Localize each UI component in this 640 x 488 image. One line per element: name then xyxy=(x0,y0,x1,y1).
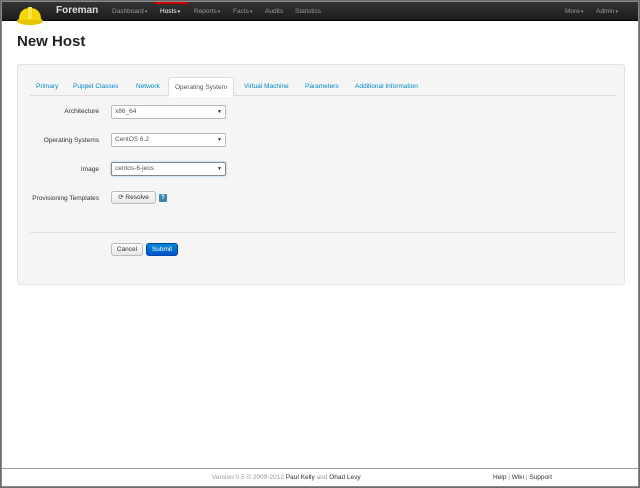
nav-facts[interactable]: Facts▾ xyxy=(233,8,252,15)
tab-virtual-machine[interactable]: Virtual Machine xyxy=(244,77,289,96)
nav-statistics[interactable]: Statistics xyxy=(295,8,321,15)
nav-admin[interactable]: Admin▾ xyxy=(596,8,618,15)
tab-puppet-classes[interactable]: Puppet Classes xyxy=(73,77,119,96)
page-footer: Version 0.5 © 2009-2012 Paul Kelly and O… xyxy=(2,468,638,486)
caret-down-icon: ▾ xyxy=(249,9,253,15)
author-link-paul-kelly[interactable]: Paul Kelly xyxy=(286,474,315,481)
author-link-ohad-levy[interactable]: Ohad Levy xyxy=(329,474,360,481)
brand-name[interactable]: Foreman xyxy=(56,5,98,16)
image-value: centos-6-jeos xyxy=(115,165,155,172)
active-nav-indicator xyxy=(154,2,188,4)
resolve-button[interactable]: ⟳ Resolve xyxy=(111,191,156,204)
tab-operating-system[interactable]: Operating System xyxy=(168,77,235,97)
dropdown-arrow-icon: ▼ xyxy=(217,137,222,143)
support-link[interactable]: Support xyxy=(529,474,552,481)
refresh-icon: ⟳ xyxy=(118,194,124,201)
top-navbar: Foreman Dashboard▾ Hosts▾ Reports▾ Facts… xyxy=(2,2,638,25)
dropdown-arrow-icon: ▼ xyxy=(217,109,222,115)
footer-links: Help | Wiki | Support xyxy=(493,474,552,481)
nav-more[interactable]: More▾ xyxy=(565,8,583,15)
caret-down-icon: ▾ xyxy=(144,9,148,15)
and-text: and xyxy=(316,474,328,481)
caret-down-icon: ▾ xyxy=(217,9,221,15)
page-title: New Host xyxy=(17,33,86,50)
caret-down-icon: ▾ xyxy=(580,9,584,15)
dropdown-arrow-icon: ▼ xyxy=(217,166,222,172)
footer-credits: Version 0.5 © 2009-2012 Paul Kelly and O… xyxy=(212,474,361,481)
tab-additional-information[interactable]: Additional Information xyxy=(355,77,418,96)
helmet-logo-icon[interactable] xyxy=(16,4,44,26)
wiki-link[interactable]: Wiki xyxy=(512,474,524,481)
nav-dashboard-label: Dashboard xyxy=(112,8,144,15)
separator: | xyxy=(525,474,528,481)
host-form-panel: Primary Puppet Classes Network Operating… xyxy=(17,64,625,285)
tab-network[interactable]: Network xyxy=(136,77,160,96)
architecture-value: x86_64 xyxy=(115,108,137,115)
nav-hosts[interactable]: Hosts▾ xyxy=(160,8,180,15)
version-text: Version 0.5 © 2009-2012 xyxy=(212,474,285,481)
nav-hosts-label: Hosts xyxy=(160,8,177,15)
nav-reports-label: Reports xyxy=(194,8,217,15)
tab-parameters[interactable]: Parameters xyxy=(305,77,339,96)
architecture-select[interactable]: x86_64 ▼ xyxy=(111,105,226,119)
form-divider xyxy=(30,232,616,233)
nav-more-label: More xyxy=(565,8,580,15)
nav-facts-label: Facts xyxy=(233,8,249,15)
operating-system-select[interactable]: CentOS 6.2 ▼ xyxy=(111,133,226,147)
operating-system-label: Operating Systems xyxy=(43,137,99,144)
separator: | xyxy=(508,474,510,481)
caret-down-icon: ▾ xyxy=(177,9,181,15)
help-link[interactable]: Help xyxy=(493,474,506,481)
submit-button[interactable]: Submit xyxy=(146,243,178,256)
provisioning-templates-label: Provisioning Templates xyxy=(32,195,99,202)
help-question-icon[interactable]: ? xyxy=(159,194,167,202)
caret-down-icon: ▾ xyxy=(615,9,618,15)
nav-reports[interactable]: Reports▾ xyxy=(194,8,220,15)
image-label: Image xyxy=(80,166,99,173)
nav-dashboard[interactable]: Dashboard▾ xyxy=(112,8,147,15)
browser-window: Foreman Dashboard▾ Hosts▾ Reports▾ Facts… xyxy=(1,1,639,487)
operating-system-value: CentOS 6.2 xyxy=(115,136,149,143)
resolve-label: Resolve xyxy=(125,194,149,201)
tab-primary[interactable]: Primary xyxy=(36,77,58,96)
architecture-label: Architecture xyxy=(64,108,99,115)
nav-audits[interactable]: Audits xyxy=(265,8,283,15)
cancel-button[interactable]: Cancel xyxy=(111,243,143,256)
nav-admin-label: Admin xyxy=(596,8,615,15)
form-tabs: Primary Puppet Classes Network Operating… xyxy=(30,77,616,97)
image-select[interactable]: centos-6-jeos ▼ xyxy=(111,162,226,176)
